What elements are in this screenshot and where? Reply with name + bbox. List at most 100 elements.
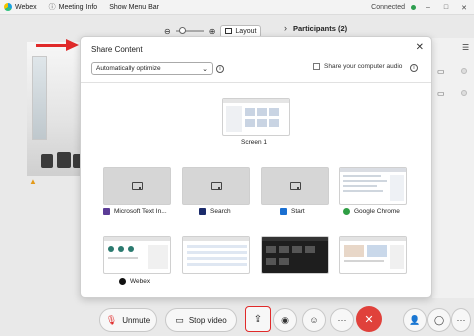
end-call-button[interactable]: ✕: [356, 306, 382, 332]
app-thumbnail[interactable]: [261, 167, 329, 205]
app-label-row: Google Chrome: [343, 208, 400, 215]
participants-icon: 👤: [409, 314, 421, 325]
app-title: Webex: [0, 3, 37, 11]
stop-video-label: Stop video: [188, 315, 227, 325]
video-window-pane: [32, 56, 47, 140]
start-icon: [280, 208, 287, 215]
close-icon[interactable]: ✕: [416, 42, 424, 53]
screen-label: Screen 1: [241, 139, 267, 146]
info-icon[interactable]: i: [216, 65, 224, 73]
panel-more-button[interactable]: ···: [451, 308, 471, 332]
participant-video: [27, 42, 86, 176]
more-icon: ···: [337, 315, 347, 325]
app-label-row: Search: [199, 208, 231, 215]
window-icon: [131, 182, 143, 190]
window-thumbnail[interactable]: [339, 236, 407, 274]
zoom-slider-knob[interactable]: [178, 27, 186, 34]
app-label-row: Microsoft Text In...: [103, 208, 167, 215]
reaction-icon: ☺: [309, 315, 319, 325]
record-icon: ◉: [281, 314, 289, 325]
video-chair: [57, 152, 71, 168]
window-thumbnail[interactable]: [182, 236, 250, 274]
chat-button[interactable]: ◯: [427, 308, 451, 332]
chevron-down-icon: ⌄: [202, 65, 208, 73]
app-label: Google Chrome: [354, 208, 400, 215]
share-button[interactable]: ⇪: [245, 306, 271, 332]
warning-icon: ▲: [29, 177, 37, 186]
app-thumbnail[interactable]: [339, 167, 407, 205]
share-icon: ⇪: [253, 313, 263, 325]
participant-status-dot: [461, 68, 467, 74]
annotation-arrow-head: [66, 39, 79, 51]
app-label-row: Start: [280, 208, 305, 215]
dialog-title: Share Content: [91, 45, 143, 54]
camera-status-icon: ▭: [437, 67, 445, 76]
layout-icon: [225, 28, 233, 34]
app-name: Webex: [15, 3, 37, 11]
layout-label: Layout: [235, 27, 257, 35]
list-icon[interactable]: ☰: [462, 43, 469, 52]
share-audio-label: Share your computer audio: [324, 63, 403, 70]
end-call-icon: ✕: [364, 313, 374, 326]
window-controls: Connected – □ ✕: [371, 0, 470, 15]
meeting-info-button[interactable]: ⓘ Meeting Info: [49, 2, 98, 12]
app-label: Microsoft Text In...: [114, 208, 167, 215]
app-thumbnail[interactable]: [182, 167, 250, 205]
zoom-in-icon[interactable]: ⊕: [209, 27, 216, 36]
share-audio-checkbox[interactable]: [313, 63, 320, 70]
more-options-button[interactable]: ···: [330, 308, 354, 332]
webex-logo-icon: [4, 3, 12, 11]
reactions-button[interactable]: ☺: [302, 308, 326, 332]
share-audio-option[interactable]: Share your computer audio: [313, 63, 402, 70]
window-icon: [289, 182, 301, 190]
participants-title: Participants (2): [293, 23, 348, 33]
search-icon: [199, 208, 206, 215]
participants-button[interactable]: 👤: [403, 308, 427, 332]
minimize-button[interactable]: –: [422, 4, 434, 11]
mic-muted-icon: 🎙: [105, 314, 118, 325]
maximize-button[interactable]: □: [440, 4, 452, 11]
app-label: Webex: [130, 278, 151, 285]
app-thumbnail[interactable]: [103, 167, 171, 205]
unmute-button[interactable]: 🎙 Unmute: [99, 308, 157, 332]
title-bar: Webex ⓘ Meeting Info Show Menu Bar Conne…: [0, 0, 474, 15]
optimize-value: Automatically optimize: [96, 65, 161, 72]
microsoft-text-input-icon: [103, 208, 110, 215]
dialog-divider: [81, 82, 431, 83]
app-thumbnail[interactable]: [103, 236, 171, 274]
info-icon[interactable]: i: [410, 64, 418, 72]
screen-1-thumbnail[interactable]: [222, 98, 290, 136]
google-chrome-icon: [343, 208, 350, 215]
record-button[interactable]: ◉: [273, 308, 297, 332]
share-content-dialog: Share Content ✕ Automatically optimize ⌄…: [80, 36, 432, 298]
camera-status-icon: ▭: [437, 89, 445, 98]
participant-status-dot: [461, 90, 467, 96]
participants-header: › Participants (2): [280, 18, 474, 38]
unmute-label: Unmute: [122, 315, 151, 325]
zoom-out-icon[interactable]: ⊖: [164, 27, 171, 36]
window-thumbnail[interactable]: [261, 236, 329, 274]
show-menu-bar-button[interactable]: Show Menu Bar: [109, 4, 159, 11]
window-icon: [210, 182, 222, 190]
optimize-select[interactable]: Automatically optimize ⌄: [91, 62, 213, 75]
connection-status: Connected: [371, 4, 405, 11]
chevron-right-icon[interactable]: ›: [284, 23, 287, 33]
app-label: Start: [291, 208, 305, 215]
screen-1-label: Screen 1: [241, 139, 268, 146]
close-window-button[interactable]: ✕: [458, 4, 470, 12]
chat-icon: ◯: [433, 314, 445, 325]
meeting-info-label: Meeting Info: [58, 3, 98, 11]
zoom-slider[interactable]: [175, 27, 204, 34]
app-label-row: Webex: [119, 278, 150, 285]
more-icon: ···: [456, 315, 466, 325]
info-circle-icon: ⓘ: [48, 4, 56, 11]
stop-video-button[interactable]: ▭ Stop video: [165, 308, 237, 332]
webex-icon: [119, 278, 126, 285]
app-label: Search: [210, 208, 231, 215]
video-camera-icon: ▭: [175, 314, 184, 325]
annotation-arrow: [36, 44, 68, 47]
participants-panel: [432, 38, 474, 298]
show-menu-bar-label: Show Menu Bar: [109, 3, 160, 11]
status-dot-icon: [411, 5, 416, 10]
video-chair: [41, 154, 53, 168]
